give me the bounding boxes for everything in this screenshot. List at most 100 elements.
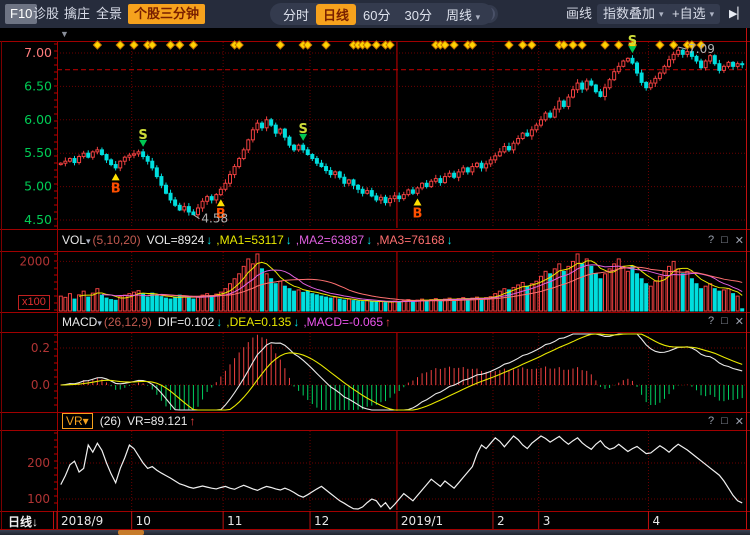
buy-marker: B: [413, 207, 423, 222]
arrow-up-icon: ↑: [385, 315, 391, 329]
svg-text:200: 200: [27, 456, 50, 470]
sell-arrow-icon: [299, 134, 307, 141]
arrow-down-icon: ↓: [32, 515, 38, 529]
capture-banker-link[interactable]: 擒庄: [64, 4, 90, 24]
svg-text:5.00: 5.00: [24, 179, 52, 194]
help-icon[interactable]: ?: [708, 415, 714, 428]
stock-chart-app: F10 诊股 擒庄 全景 个股三分钟 分时 日线 60分 30分 周线 ▾ + …: [0, 0, 750, 535]
macd-value-1: ,DEA=0.135: [226, 315, 291, 329]
add-watchlist-dropdown[interactable]: +自选▾: [666, 4, 720, 24]
svg-text:11: 11: [227, 514, 242, 528]
svg-text:2019/1: 2019/1: [401, 514, 443, 528]
candlestick-chart[interactable]: 7.00 6.50 6.00 5.50 5.00 4.50 2000 0.2 0.0 200 100…: [0, 0, 750, 535]
trade-markers: BBBSSS: [111, 34, 637, 222]
vol-value-2: ,MA2=63887: [296, 233, 364, 247]
svg-text:6.00: 6.00: [24, 112, 52, 127]
volume-unit-label: x100: [18, 295, 50, 310]
svg-text:10: 10: [136, 514, 151, 528]
vr-value-0: VR=89.121: [127, 414, 187, 428]
chevron-down-icon: ▾: [476, 12, 481, 22]
help-icon[interactable]: ?: [708, 315, 714, 328]
timeframe-group: 分时 日线 60分 30分 周线 ▾: [270, 3, 493, 25]
svg-text:4: 4: [652, 514, 660, 528]
close-icon[interactable]: ✕: [735, 415, 744, 428]
macd-params: (26,12,9): [104, 315, 152, 329]
maximize-icon[interactable]: □: [721, 315, 728, 328]
chevron-down-icon: ▾: [86, 236, 91, 246]
date-axis: 2018/9 10 11 12 2019/1 2 3 4: [54, 511, 661, 529]
buy-arrow-icon: [414, 199, 422, 206]
arrow-down-icon: ↓: [447, 233, 453, 247]
vr-params: (26): [100, 414, 121, 428]
maximize-icon[interactable]: □: [721, 234, 728, 247]
macd-value-2: ,MACD=-0.065: [303, 315, 383, 329]
stock-3min-button[interactable]: 个股三分钟: [128, 4, 205, 24]
buy-arrow-icon: [112, 173, 120, 180]
svg-text:5.50: 5.50: [24, 145, 52, 160]
svg-text:2018/9: 2018/9: [61, 514, 103, 528]
arrow-up-icon: ↑: [189, 414, 195, 428]
collapse-panel-icon[interactable]: ▶▏: [729, 4, 746, 24]
index-overlay-dropdown[interactable]: 指数叠加▾: [597, 4, 670, 24]
svg-text:3: 3: [543, 514, 551, 528]
vr-pane-header: VR▾ (26) VR=89.121↑? □ ✕: [0, 412, 750, 430]
vol-params: (5,10,20): [93, 233, 141, 247]
svg-text:2: 2: [497, 514, 505, 528]
chart-scrollbar[interactable]: [0, 530, 750, 535]
svg-text:0.2: 0.2: [31, 341, 50, 355]
tab-daily[interactable]: 日线: [316, 4, 356, 25]
volume-pane-header: VOL▾(5,10,20)VOL=8924↓,MA1=53117↓,MA2=63…: [0, 230, 750, 250]
volume-bars: [59, 254, 743, 311]
sell-arrow-icon: [628, 46, 636, 53]
panorama-link[interactable]: 全景: [96, 4, 122, 24]
svg-text:100: 100: [27, 492, 50, 506]
main-indicator-dropdown[interactable]: ▼: [60, 29, 69, 39]
candles: [59, 47, 743, 218]
vol-value-0: VOL=8924: [147, 233, 205, 247]
tab-weekly[interactable]: 周线 ▾: [439, 4, 487, 25]
tab-30min[interactable]: 30分: [398, 4, 439, 25]
tab-60min[interactable]: 60分: [356, 4, 397, 25]
close-icon[interactable]: ✕: [735, 234, 744, 247]
buy-marker: B: [111, 181, 121, 196]
arrow-down-icon: ↓: [286, 233, 292, 247]
vol-value-3: ,MA3=76168: [376, 233, 444, 247]
gridlines: [57, 42, 746, 510]
toolbar: F10 诊股 擒庄 全景 个股三分钟 分时 日线 60分 30分 周线 ▾ + …: [0, 0, 750, 28]
period-label[interactable]: 日线↓: [8, 513, 38, 530]
vr-title[interactable]: VR▾: [62, 413, 93, 429]
chevron-down-icon: ▾: [97, 318, 102, 328]
arrow-down-icon: ↓: [366, 233, 372, 247]
svg-text:6.50: 6.50: [24, 78, 52, 93]
maximize-icon[interactable]: □: [721, 415, 728, 428]
svg-text:7.00: 7.00: [24, 45, 52, 60]
macd-value-0: DIF=0.102: [158, 315, 214, 329]
svg-text:12: 12: [314, 514, 329, 528]
axis-labels: 7.00 6.50 6.00 5.50 5.00 4.50 2000 0.2 0.0 200 100: [19, 44, 57, 506]
chart-frame: [0, 0, 750, 530]
vol-title[interactable]: VOL▾: [62, 233, 91, 247]
diagnose-stock-link[interactable]: 诊股: [33, 4, 59, 24]
signal-diamonds: [93, 41, 705, 49]
draw-line-button[interactable]: 画线: [566, 4, 592, 24]
svg-text:7.09: 7.09: [688, 42, 715, 56]
arrow-down-icon: ↓: [293, 315, 299, 329]
chevron-down-icon: ▾: [710, 4, 715, 24]
arrow-down-icon: ↓: [206, 233, 212, 247]
vol-value-1: ,MA1=53117: [216, 233, 284, 247]
arrow-down-icon: ↓: [216, 315, 222, 329]
macd-title[interactable]: MACD▾: [62, 315, 102, 329]
svg-text:2000: 2000: [19, 254, 50, 268]
chevron-down-icon: ▾: [659, 4, 664, 24]
macd-plot: [61, 334, 742, 410]
help-icon[interactable]: ?: [708, 234, 714, 247]
tab-intraday[interactable]: 分时: [276, 4, 316, 25]
scrollbar-thumb[interactable]: [118, 530, 144, 535]
close-icon[interactable]: ✕: [735, 315, 744, 328]
vr-plot: [61, 436, 742, 509]
svg-text:4.58: 4.58: [201, 212, 228, 226]
svg-text:4.50: 4.50: [24, 212, 52, 227]
macd-pane-header: MACD▾(26,12,9)DIF=0.102↓,DEA=0.135↓,MACD…: [0, 312, 750, 331]
svg-text:0.0: 0.0: [31, 378, 50, 392]
sell-arrow-icon: [139, 140, 147, 147]
